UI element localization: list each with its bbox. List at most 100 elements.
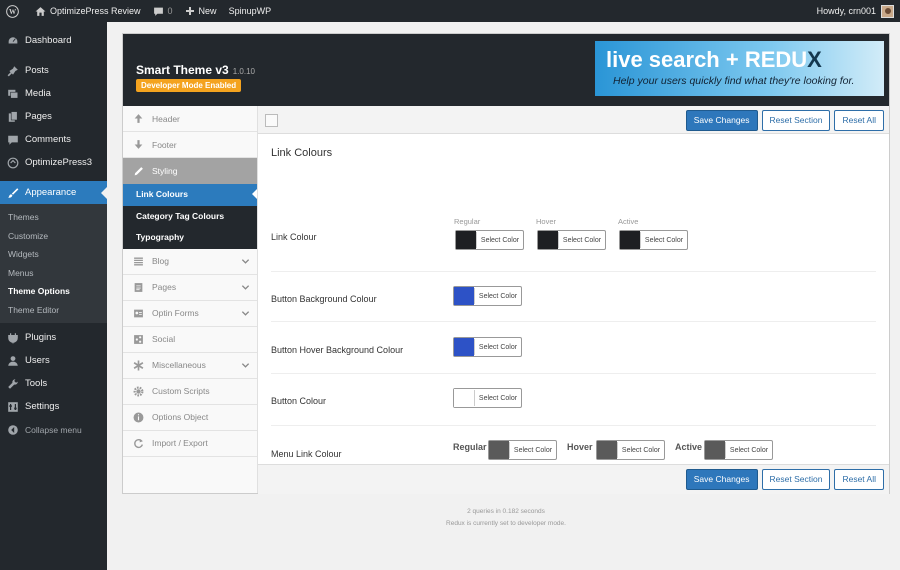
nav-custom-scripts[interactable]: Custom Scripts [123,379,257,405]
sidebar-item-tools[interactable]: Tools [0,372,107,395]
color-swatch [538,231,558,249]
color-picker[interactable]: Select Color [453,388,522,408]
nav-social[interactable]: Social [123,327,257,353]
nav-blog[interactable]: Blog [123,249,257,275]
color-picker-hover[interactable]: Select Color [537,230,606,250]
submenu-customize[interactable]: Customize [0,227,107,246]
document-icon [132,281,144,293]
sidebar-item-comments[interactable]: Comments [0,128,107,151]
color-picker-active[interactable]: Select Color [619,230,688,250]
avatar [881,4,894,18]
reset-section-button[interactable]: Reset Section [761,110,831,131]
banner-x-text: X [807,47,822,72]
chevron-down-icon [241,284,250,290]
reset-all-button-bottom[interactable]: Reset All [834,469,884,490]
nav-sub-link-colours[interactable]: Link Colours [123,184,257,206]
sidebar-item-pages[interactable]: Pages [0,105,107,128]
sidebar-item-appearance[interactable]: Appearance [0,181,107,204]
reset-all-button[interactable]: Reset All [834,110,884,131]
dev-info-icon[interactable] [265,114,278,127]
gear-icon [132,385,144,397]
theme-name: Smart Theme v3 [136,63,229,77]
option-label: Link Colour [271,232,317,242]
nav-label: Optin Forms [152,308,199,318]
sidebar-item-dashboard[interactable]: Dashboard [0,29,107,52]
nav-miscellaneous[interactable]: Miscellaneous [123,353,257,379]
nav-label: Miscellaneous [152,360,206,370]
select-color-label: Select Color [474,339,521,355]
nav-sub-typography[interactable]: Typography [123,227,257,249]
banner-headline: live search + REDUX [606,47,822,73]
plus-icon [185,7,194,15]
bottom-toolbar: Save Changes Reset Section Reset All [258,464,889,494]
comments-link[interactable]: 0 [147,0,179,22]
submenu-theme-editor[interactable]: Theme Editor [0,301,107,320]
admin-bar: W OptimizePress Review 0 New SpinupWP Ho… [0,0,900,22]
color-picker-regular[interactable]: Select Color [488,440,557,460]
nav-options-object[interactable]: Options Object [123,405,257,431]
sidebar-item-label: Collapse menu [25,424,82,435]
save-changes-button-bottom[interactable]: Save Changes [685,469,758,490]
nav-footer[interactable]: Footer [123,132,257,158]
query-stats: 2 queries in 0.182 seconds [467,508,545,515]
submenu-themes[interactable]: Themes [0,208,107,227]
option-row-button-colour: Button Colour Select Color [271,374,876,426]
redux-footer: 2 queries in 0.182 seconds Redux is curr… [122,506,890,530]
sidebar-item-label: Tools [25,378,48,389]
option-row-button-hover-background: Button Hover Background Colour Select Co… [271,322,876,374]
nav-import-export[interactable]: Import / Export [123,431,257,457]
appearance-submenu: Themes Customize Widgets Menus Theme Opt… [0,204,107,323]
banner-subtext: Help your users quickly find what they'r… [613,75,855,87]
save-changes-button[interactable]: Save Changes [685,110,758,131]
pages-icon [6,110,19,123]
color-swatch [454,389,474,407]
spinupwp-link[interactable]: SpinupWP [223,0,278,22]
bottom-button-row: Save Changes Reset Section Reset All [685,469,884,490]
nav-pages[interactable]: Pages [123,275,257,301]
options-content: Link Colours Link Colour Regular Hover A… [258,135,889,464]
color-swatch [454,338,474,356]
color-swatch [489,441,509,459]
select-color-label: Select Color [725,442,772,458]
sidebar-item-plugins[interactable]: Plugins [0,326,107,349]
submenu-widgets[interactable]: Widgets [0,245,107,264]
color-swatch [454,287,474,305]
dashboard-icon [6,34,19,47]
redux-banner[interactable]: live search + REDUX Help your users quic… [595,41,884,96]
plug-icon [6,331,19,344]
nav-styling[interactable]: Styling [123,158,257,184]
arrow-up-icon [132,113,144,125]
sidebar-item-posts[interactable]: Posts [0,59,107,82]
account-menu[interactable]: Howdy, crn001 [817,4,900,18]
option-label: Button Colour [271,396,327,406]
sidebar-item-label: Appearance [25,187,77,198]
nav-optin-forms[interactable]: Optin Forms [123,301,257,327]
developer-mode-badge: Developer Mode Enabled [136,79,242,92]
banner-main-text: live search + REDU [606,47,808,72]
color-picker[interactable]: Select Color [453,337,522,357]
wordpress-logo-icon[interactable]: W [0,0,29,22]
reset-section-button-bottom[interactable]: Reset Section [761,469,831,490]
submenu-theme-options[interactable]: Theme Options [0,282,107,301]
collapse-menu-button[interactable]: Collapse menu [0,418,107,441]
color-picker-active[interactable]: Select Color [704,440,773,460]
submenu-menus[interactable]: Menus [0,264,107,283]
sidebar-item-optimizepress3[interactable]: OptimizePress3 [0,151,107,174]
select-color-label: Select Color [474,390,521,406]
share-icon [132,333,144,345]
option-label: Button Hover Background Colour [271,345,404,355]
nav-header[interactable]: Header [123,106,257,132]
sidebar-item-label: Posts [25,65,49,76]
sidebar-item-users[interactable]: Users [0,349,107,372]
chevron-down-icon [241,310,250,316]
site-name-link[interactable]: OptimizePress Review [29,0,147,22]
sidebar-item-media[interactable]: Media [0,82,107,105]
color-picker-regular[interactable]: Select Color [455,230,524,250]
select-color-label: Select Color [476,232,523,248]
sidebar-item-settings[interactable]: Settings [0,395,107,418]
color-picker-hover[interactable]: Select Color [596,440,665,460]
nav-sub-category-tag-colours[interactable]: Category Tag Colours [123,206,257,228]
color-picker[interactable]: Select Color [453,286,522,306]
nav-label: Options Object [152,412,209,422]
new-content-link[interactable]: New [179,0,223,22]
